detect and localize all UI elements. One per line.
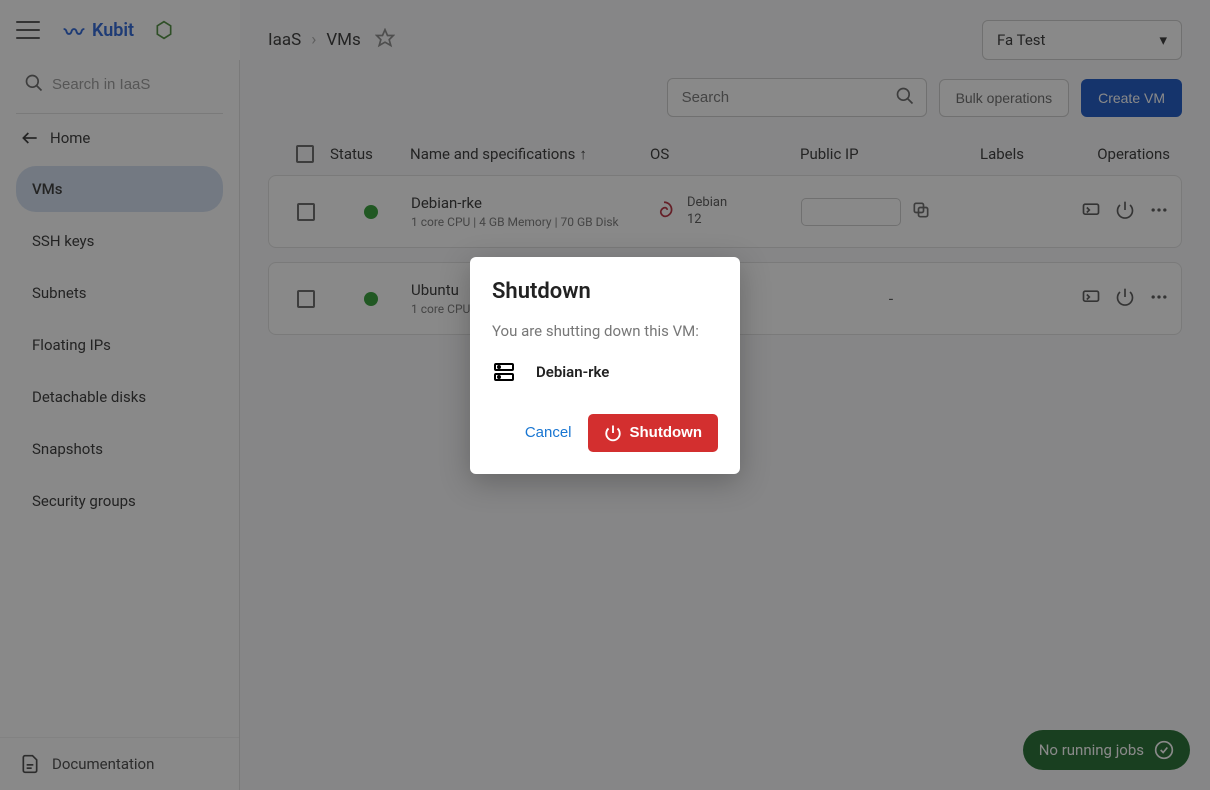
- modal-title: Shutdown: [492, 279, 718, 304]
- modal-message: You are shutting down this VM:: [492, 322, 718, 340]
- modal-overlay[interactable]: Shutdown You are shutting down this VM: …: [0, 0, 1210, 790]
- modal-actions: Cancel Shutdown: [492, 414, 718, 452]
- shutdown-confirm-button[interactable]: Shutdown: [588, 414, 718, 452]
- server-icon: [492, 360, 516, 384]
- power-icon: [604, 424, 622, 442]
- cancel-button[interactable]: Cancel: [525, 424, 572, 441]
- modal-vm-info: Debian-rke: [492, 360, 718, 384]
- modal-vm-name: Debian-rke: [536, 363, 609, 381]
- shutdown-modal: Shutdown You are shutting down this VM: …: [470, 257, 740, 474]
